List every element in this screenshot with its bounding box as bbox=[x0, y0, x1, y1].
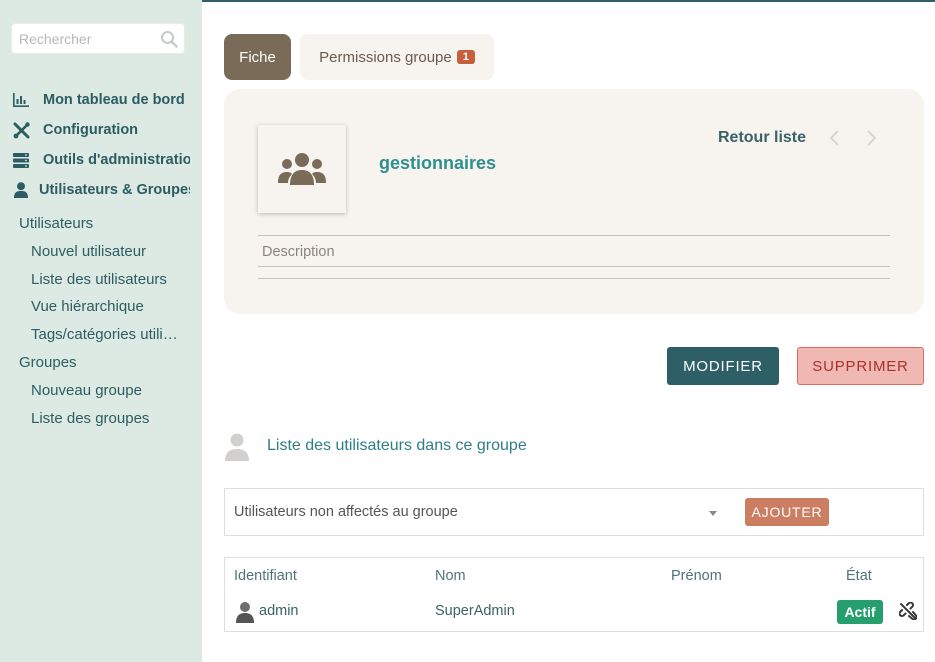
button-label: MODIFIER bbox=[683, 357, 763, 375]
server-icon bbox=[12, 151, 30, 169]
cell-nom: SuperAdmin bbox=[435, 603, 515, 619]
tools-icon bbox=[12, 121, 30, 139]
count-badge: 1 bbox=[456, 50, 475, 64]
sidebar-item-admin-tools[interactable]: Outils d'administration bbox=[12, 149, 190, 171]
sidebar-sub-utilisateurs[interactable]: Utilisateurs bbox=[19, 215, 93, 232]
sidebar-item-configuration[interactable]: Configuration bbox=[12, 119, 190, 141]
user-icon bbox=[225, 433, 249, 461]
modify-button[interactable]: MODIFIER bbox=[667, 347, 779, 385]
tab-label: Permissions groupe bbox=[319, 48, 452, 66]
search-box[interactable] bbox=[11, 23, 185, 54]
sidebar-sub-user-list[interactable]: Liste des utilisateurs bbox=[31, 271, 183, 288]
sidebar-item-dashboard[interactable]: Mon tableau de bord bbox=[12, 89, 190, 111]
tab-permissions[interactable]: Permissions groupe 1 bbox=[300, 34, 494, 80]
tab-label: Fiche bbox=[239, 48, 276, 66]
search-input[interactable] bbox=[19, 30, 159, 48]
sidebar-sub-new-group[interactable]: Nouveau groupe bbox=[31, 382, 183, 399]
divider bbox=[258, 235, 890, 236]
sidebar-item-label: Configuration bbox=[43, 122, 139, 138]
users-table: Identifiant Nom Prénom État admin SuperA… bbox=[224, 557, 924, 632]
sidebar-sub-new-user[interactable]: Nouvel utilisateur bbox=[31, 243, 183, 260]
sidebar-item-label: Outils d'administration bbox=[43, 152, 190, 168]
search-icon[interactable] bbox=[160, 30, 178, 48]
add-button[interactable]: AJOUTER bbox=[745, 498, 829, 526]
description-label: Description bbox=[262, 244, 335, 260]
user-icon bbox=[12, 181, 30, 199]
delete-button[interactable]: SUPPRIMER bbox=[797, 347, 924, 385]
sidebar-sub-hierarchy[interactable]: Vue hiérarchique bbox=[31, 298, 183, 315]
sidebar-sub-groupes[interactable]: Groupes bbox=[19, 354, 77, 371]
sidebar-item-label: Utilisateurs & Groupes bbox=[39, 182, 190, 198]
sidebar-item-label: Mon tableau de bord bbox=[43, 92, 185, 108]
unlink-icon[interactable] bbox=[899, 602, 917, 620]
unassigned-users-select[interactable]: Utilisateurs non affectés au groupe AJOU… bbox=[224, 488, 924, 536]
column-header-prenom[interactable]: Prénom bbox=[671, 568, 722, 584]
column-header-nom[interactable]: Nom bbox=[435, 568, 466, 584]
chevron-left-icon[interactable] bbox=[828, 129, 842, 147]
back-to-list-link[interactable]: Retour liste bbox=[718, 129, 806, 147]
group-card: gestionnaires Retour liste Description bbox=[224, 89, 924, 314]
column-header-etat[interactable]: État bbox=[846, 568, 872, 584]
button-label: AJOUTER bbox=[751, 504, 823, 520]
sidebar-item-users-groups[interactable]: Utilisateurs & Groupes bbox=[12, 179, 190, 201]
status-badge: Actif bbox=[837, 600, 883, 624]
status-label: Actif bbox=[844, 604, 876, 620]
tab-fiche[interactable]: Fiche bbox=[224, 34, 291, 80]
chevron-right-icon[interactable] bbox=[864, 129, 878, 147]
bar-chart-icon bbox=[12, 91, 30, 109]
users-section-title: Liste des utilisateurs dans ce groupe bbox=[267, 437, 527, 454]
sidebar-sub-group-list[interactable]: Liste des groupes bbox=[31, 410, 183, 427]
sidebar-sub-user-tags[interactable]: Tags/catégories utilisateurs bbox=[31, 326, 183, 343]
group-avatar bbox=[258, 125, 346, 213]
users-group-icon bbox=[278, 153, 326, 185]
user-avatar-icon bbox=[236, 602, 254, 623]
button-label: SUPPRIMER bbox=[812, 357, 909, 375]
cell-identifiant[interactable]: admin bbox=[259, 603, 299, 619]
sidebar: Mon tableau de bord Configuration Outils bbox=[0, 0, 202, 662]
divider bbox=[258, 278, 890, 279]
group-name: gestionnaires bbox=[379, 153, 497, 173]
divider bbox=[258, 266, 890, 267]
caret-down-icon[interactable] bbox=[708, 509, 718, 517]
column-header-identifiant[interactable]: Identifiant bbox=[234, 568, 297, 584]
select-value: Utilisateurs non affectés au groupe bbox=[234, 504, 458, 520]
